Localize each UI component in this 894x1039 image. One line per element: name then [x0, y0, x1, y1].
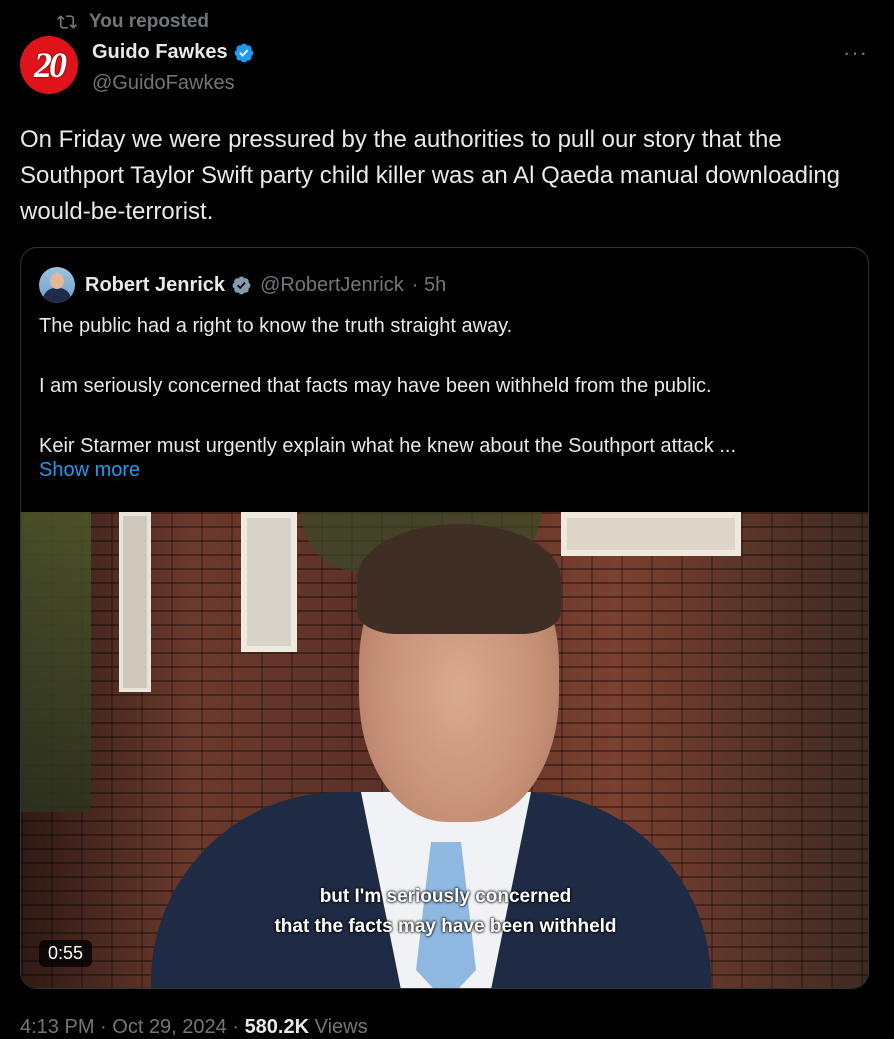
repost-icon	[57, 15, 77, 29]
show-more-link[interactable]: Show more	[39, 459, 140, 482]
author-name-text: Guido Fawkes	[92, 41, 228, 63]
video-window	[561, 512, 741, 556]
video-tree	[21, 512, 91, 812]
video-window	[119, 512, 151, 692]
quoted-paragraph: I am seriously concerned that facts may …	[39, 375, 712, 397]
video-person-hair	[357, 524, 561, 634]
views-label: Views	[314, 1016, 368, 1038]
tweet-timestamp[interactable]: 4:13 PM · Oct 29, 2024 ·	[20, 1016, 239, 1038]
quoted-tweet[interactable]: Robert Jenrick @RobertJenrick · 5h The p…	[20, 247, 869, 989]
quoted-tweet-header: Robert Jenrick @RobertJenrick · 5h	[39, 267, 446, 303]
video-player[interactable]: but I'm seriously concerned that the fac…	[21, 512, 868, 988]
author-handle[interactable]: @GuidoFawkes	[92, 72, 235, 95]
repost-label: You reposted	[89, 11, 209, 32]
quoted-author-avatar[interactable]	[39, 267, 75, 303]
video-window	[241, 512, 297, 652]
repost-indicator: You reposted	[57, 8, 209, 36]
author-avatar[interactable]: 20	[20, 36, 78, 94]
quoted-tweet-text: The public had a right to know the truth…	[39, 311, 854, 461]
quoted-author-name[interactable]: Robert Jenrick	[85, 274, 225, 297]
tweet-text: On Friday we were pressured by the autho…	[20, 126, 841, 225]
verified-badge-icon	[232, 276, 251, 294]
video-subtitle-line1: but I'm seriously concerned	[319, 886, 572, 907]
author-name[interactable]: Guido Fawkes	[92, 41, 255, 64]
tweet-footer: 4:13 PM · Oct 29, 2024 · 580.2K Views	[20, 1016, 368, 1039]
video-subtitle-line2: that the facts may have been withheld	[274, 916, 617, 937]
avatar-logo-text: 20	[34, 45, 67, 85]
views-count: 580.2K	[244, 1016, 310, 1038]
quoted-tweet-time[interactable]: · 5h	[412, 274, 446, 297]
quoted-author-handle[interactable]: @RobertJenrick	[260, 274, 404, 297]
verified-badge-icon	[234, 43, 253, 62]
more-options-icon[interactable]: ···	[843, 40, 868, 66]
quoted-paragraph: Keir Starmer must urgently explain what …	[39, 435, 737, 457]
quoted-paragraph: The public had a right to know the truth…	[39, 315, 513, 337]
video-duration-badge: 0:55	[39, 940, 93, 967]
